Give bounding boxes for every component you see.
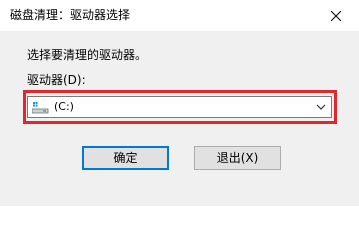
- selected-drive-value: (C:): [54, 100, 74, 113]
- drive-select[interactable]: (C:): [27, 96, 332, 118]
- drive-label: 驱动器(D):: [27, 73, 86, 87]
- chevron-down-icon: [316, 104, 326, 110]
- disk-cleanup-drive-selection-window: 磁盘清理：驱动器选择 选择要清理的驱动器。 驱动器(D): (C:) 确定 退出…: [0, 0, 359, 206]
- hard-drive-icon: [32, 102, 49, 114]
- window-title: 磁盘清理：驱动器选择: [10, 8, 131, 22]
- instruction-text: 选择要清理的驱动器。: [27, 48, 148, 62]
- dialog-content: 选择要清理的驱动器。 驱动器(D): (C:) 确定 退出(X): [0, 31, 359, 206]
- exit-button[interactable]: 退出(X): [194, 146, 281, 170]
- close-button[interactable]: [313, 0, 359, 31]
- close-icon: [331, 10, 341, 21]
- title-bar: 磁盘清理：驱动器选择: [0, 0, 359, 31]
- ok-button[interactable]: 确定: [82, 146, 169, 170]
